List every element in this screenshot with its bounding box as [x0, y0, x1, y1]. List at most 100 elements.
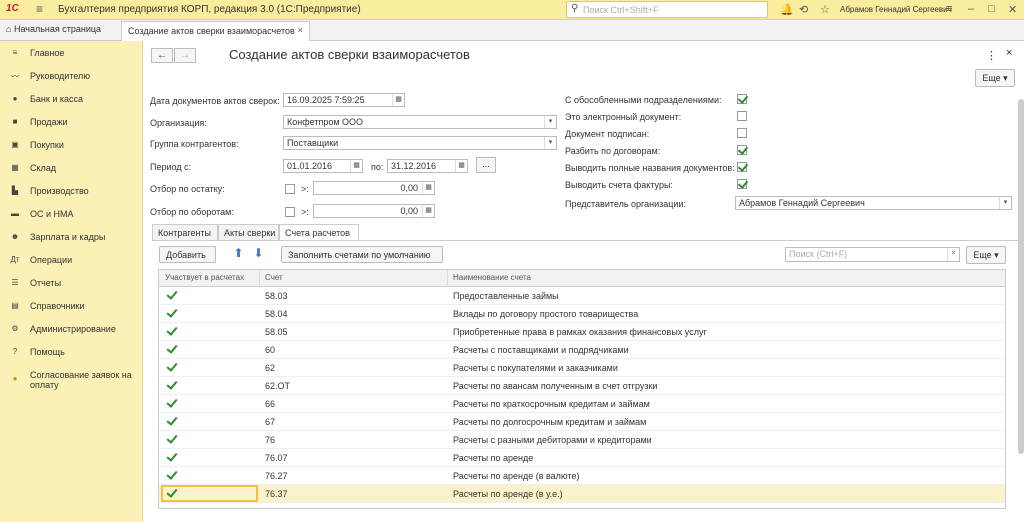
fullnames-checkbox[interactable]	[737, 162, 747, 172]
close-tab-icon[interactable]: ×	[298, 25, 303, 35]
sidebar-item-admin[interactable]: ⚙ Администрирование	[0, 319, 143, 339]
period-to-field[interactable]: 31.12.2016 ▦	[387, 159, 468, 173]
table-row[interactable]: 76 Расчеты с разными дебиторами и кредито…	[159, 431, 1005, 449]
row-checkbox[interactable]	[166, 398, 176, 408]
sidebar-item-purchases[interactable]: ▣ Покупки	[0, 135, 143, 155]
move-up-icon[interactable]: ⬆	[231, 247, 246, 262]
calendar-icon[interactable]: ▦	[350, 160, 362, 172]
dropdown-icon[interactable]: ▾	[544, 137, 556, 149]
table-row[interactable]: 76.37 Расчеты по аренде (в у.е.)	[159, 485, 1005, 503]
table-row[interactable]: 58.03 Предоставленные займы	[159, 287, 1005, 305]
calendar-icon[interactable]: ▦	[392, 94, 404, 106]
minimize-icon[interactable]: –	[968, 3, 974, 15]
menu-icon[interactable]: ≡	[36, 2, 43, 16]
sidebar-item-references[interactable]: ▤ Справочники	[0, 296, 143, 316]
group-field[interactable]: Поставщики ▾	[283, 136, 557, 150]
org-field[interactable]: Конфетпром ООО ▾	[283, 115, 557, 129]
period-select-button[interactable]: ...	[476, 157, 496, 173]
row-checkbox[interactable]	[166, 434, 176, 444]
row-checkbox[interactable]	[166, 380, 176, 390]
calculator-icon[interactable]: ▦	[422, 182, 434, 194]
account-name: Расчеты с покупателями и заказчиками	[453, 363, 618, 373]
user-name[interactable]: Абрамов Геннадий Сергеевич	[840, 5, 952, 14]
signed-checkbox[interactable]	[737, 128, 747, 138]
sidebar-item-reports[interactable]: ☰ Отчеты	[0, 273, 143, 293]
balance-checkbox[interactable]	[285, 184, 295, 194]
tab-home[interactable]: ⌂ Начальная страница	[6, 24, 101, 34]
sidebar-item-salary[interactable]: ☻ Зарплата и кадры	[0, 227, 143, 247]
table-row[interactable]: 76.07 Расчеты по аренде	[159, 449, 1005, 467]
subdivisions-checkbox[interactable]	[737, 94, 747, 104]
table-row[interactable]: 62.ОТ Расчеты по авансам полученным в сче…	[159, 377, 1005, 395]
table-row[interactable]: 67 Расчеты по долгосрочным кредитам и зай…	[159, 413, 1005, 431]
clear-search-icon[interactable]: ×	[947, 248, 959, 261]
maximize-icon[interactable]: □	[988, 3, 995, 15]
star-icon[interactable]: ☆	[820, 3, 830, 16]
col-participates[interactable]: Участвует в расчетах	[165, 273, 244, 282]
form-more-button[interactable]: Еще ▾	[975, 69, 1015, 87]
row-checkbox[interactable]	[166, 290, 176, 300]
calculator-icon[interactable]: ▦	[422, 205, 434, 217]
table-row[interactable]: 58.04 Вклады по договору простого товарищ…	[159, 305, 1005, 323]
move-down-icon[interactable]: ⬇	[251, 247, 266, 262]
people-icon: ☻	[10, 232, 20, 241]
balance-field[interactable]: 0,00 ▦	[313, 181, 435, 195]
close-icon[interactable]: ✕	[1008, 3, 1017, 16]
settings-menu-icon[interactable]: ≡	[946, 3, 952, 15]
more-actions-icon[interactable]: ⋮	[986, 49, 997, 62]
table-row[interactable]: 58.05 Приобретенные права в рамках оказан…	[159, 323, 1005, 341]
sidebar-item-assets[interactable]: ▬ ОС и НМА	[0, 204, 143, 224]
row-checkbox[interactable]	[166, 362, 176, 372]
history-icon[interactable]: ⟲	[799, 3, 808, 16]
global-search-input[interactable]: ⚲ Поиск Ctrl+Shift+F	[566, 1, 768, 18]
table-row[interactable]: 62 Расчеты с покупателями и заказчиками	[159, 359, 1005, 377]
sidebar-item-warehouse[interactable]: ▦ Склад	[0, 158, 143, 178]
row-checkbox[interactable]	[166, 416, 176, 426]
turnover-field[interactable]: 0,00 ▦	[313, 204, 435, 218]
table-row[interactable]: 66 Расчеты по краткосрочным кредитам и за…	[159, 395, 1005, 413]
invoices-checkbox[interactable]	[737, 179, 747, 189]
bell-icon[interactable]: 🔔	[780, 3, 794, 16]
form-more-label: Еще	[982, 73, 1001, 83]
table-row[interactable]: 76.27 Расчеты по аренде (в валюте)	[159, 467, 1005, 485]
calendar-icon[interactable]: ▦	[455, 160, 467, 172]
table-search-input[interactable]: Поиск (Ctrl+F) ×	[785, 247, 960, 262]
rep-field[interactable]: Абрамов Геннадий Сергеевич ▾	[735, 196, 1012, 210]
sidebar-item-bank[interactable]: ● Банк и касса	[0, 89, 143, 109]
electronic-checkbox[interactable]	[737, 111, 747, 121]
table-more-button[interactable]: Еще ▾	[966, 246, 1006, 264]
sidebar-item-operations[interactable]: Дт Операции	[0, 250, 143, 270]
tab-active-document[interactable]: Создание актов сверки взаиморасчетов ×	[121, 21, 310, 41]
row-checkbox[interactable]	[166, 308, 176, 318]
tab-counterparties[interactable]: Контрагенты	[152, 224, 218, 241]
contracts-checkbox[interactable]	[737, 145, 747, 155]
tab-reconciliation-acts[interactable]: Акты сверки	[218, 224, 279, 241]
sidebar-item-help[interactable]: ? Помощь	[0, 342, 143, 362]
row-checkbox[interactable]	[166, 470, 176, 480]
table-row[interactable]: 60 Расчеты с поставщиками и подрядчиками	[159, 341, 1005, 359]
sidebar-item-main[interactable]: ≡ Главное	[0, 43, 143, 63]
row-checkbox[interactable]	[166, 344, 176, 354]
col-separator	[259, 270, 260, 287]
tab-accounts[interactable]: Счета расчетов	[279, 224, 359, 241]
row-checkbox[interactable]	[166, 326, 176, 336]
row-checkbox[interactable]	[166, 452, 176, 462]
add-button[interactable]: Добавить	[159, 246, 216, 263]
sidebar-item-production[interactable]: ▙ Производство	[0, 181, 143, 201]
col-account-name[interactable]: Наименование счета	[453, 273, 531, 282]
date-field[interactable]: 16.09.2025 7:59:25 ▦	[283, 93, 405, 107]
fill-default-accounts-button[interactable]: Заполнить счетами по умолчанию	[281, 246, 443, 263]
org-label: Организация:	[150, 118, 207, 128]
forward-button[interactable]: →	[174, 48, 196, 63]
sidebar-item-approval[interactable]: ● Согласование заявок на оплату	[0, 365, 143, 393]
dropdown-icon[interactable]: ▾	[999, 197, 1011, 209]
close-form-icon[interactable]: ×	[1006, 47, 1012, 59]
sidebar-item-sales[interactable]: ■ Продажи	[0, 112, 143, 132]
col-account[interactable]: Счет	[265, 273, 283, 282]
back-button[interactable]: ←	[151, 48, 173, 63]
turnover-checkbox[interactable]	[285, 207, 295, 217]
dropdown-icon[interactable]: ▾	[544, 116, 556, 128]
period-from-field[interactable]: 01.01.2016 ▦	[283, 159, 363, 173]
vertical-scrollbar[interactable]	[1018, 99, 1024, 454]
sidebar-item-manager[interactable]: 〰 Руководителю	[0, 66, 143, 86]
